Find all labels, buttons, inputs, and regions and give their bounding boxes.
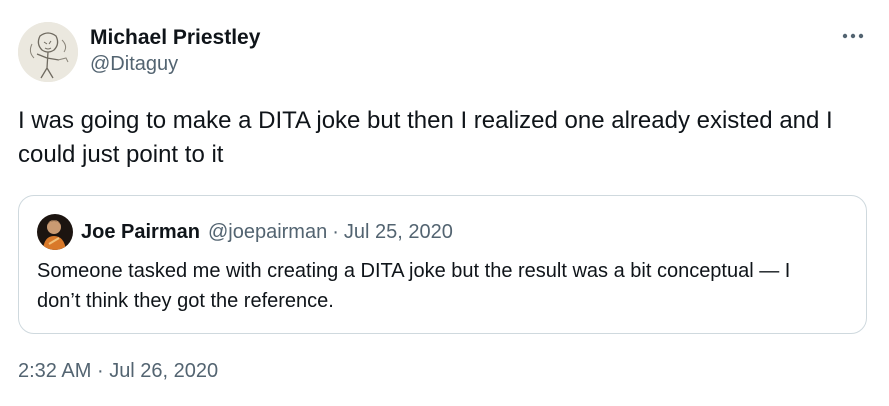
timestamp-time[interactable]: 2:32 AM [18,360,91,382]
tweet-text: I was going to make a DITA joke but then… [18,107,833,168]
quoted-date[interactable]: Jul 25, 2020 [344,221,453,244]
tweet-author: Michael Priestley @Ditaguy [18,22,260,82]
quoted-tweet-header: Joe Pairman @joepairman · Jul 25, 2020 [37,214,453,250]
quoted-author-display-name[interactable]: Joe Pairman [81,221,200,244]
author-display-name[interactable]: Michael Priestley [90,25,260,51]
author-avatar[interactable] [18,22,78,82]
sketch-figure-icon [18,22,78,82]
author-handle[interactable]: @Ditaguy [90,51,260,77]
quoted-author-avatar [37,214,73,250]
quoted-author-handle[interactable]: @joepairman [208,221,327,244]
timestamp-date[interactable]: Jul 26, 2020 [109,360,218,382]
tweet-timestamp: 2:32 AM · Jul 26, 2020 [18,360,218,383]
tweet: Michael Priestley @Ditaguy I was going t… [0,0,889,406]
more-horizontal-icon [842,33,864,39]
quoted-tweet[interactable]: Joe Pairman @joepairman · Jul 25, 2020 S… [18,195,867,334]
more-options-button[interactable] [839,26,867,46]
timestamp-separator: · [96,360,104,382]
author-names: Michael Priestley @Ditaguy [90,25,260,77]
quoted-separator: · [332,220,339,243]
quoted-tweet-text: Someone tasked me with creating a DITA j… [37,260,791,312]
person-photo-icon [37,214,73,250]
